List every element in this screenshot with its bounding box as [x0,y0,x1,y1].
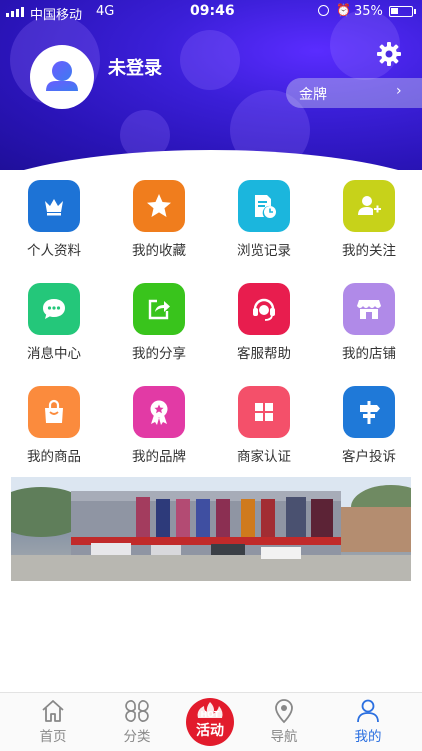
menu-tile [238,386,290,438]
battery-level [391,8,398,14]
status-bar: 中国移动 4G 09:46 ⏰ 35% [0,0,422,24]
menu-tile [238,283,290,335]
tab-label: 导航 [270,729,298,745]
menu-item-messages[interactable]: 消息中心 [14,283,94,362]
menu-tile [238,180,290,232]
menu-tile [133,283,185,335]
menu-item-history[interactable]: 浏览记录 [224,180,304,259]
menu-item-label: 客服帮助 [237,346,291,362]
tab-activity[interactable]: HOT 活动 [186,698,234,746]
menu-item-brand[interactable]: 我的品牌 [119,386,199,465]
add-user-icon [358,196,381,215]
header-curve [0,150,422,170]
menu-item-support[interactable]: 客服帮助 [224,283,304,362]
tab-home[interactable]: 首页 [23,698,83,745]
menu-item-label: 我的分享 [132,346,186,362]
menu-item-store[interactable]: 我的店铺 [329,283,409,362]
menu-item-label: 我的品牌 [132,449,186,465]
shopping-bag-icon [45,399,63,423]
hot-badge: HOT [200,710,220,719]
store-icon [357,300,381,319]
signpost-icon [360,401,380,424]
member-level-button[interactable]: 金牌 › [286,78,422,108]
menu-tile [133,386,185,438]
battery-percent: 35% [354,4,383,19]
menu-item-label: 我的商品 [27,449,81,465]
menu-item-complaint[interactable]: 客户投诉 [329,386,409,465]
chat-bubble-icon [43,299,65,319]
header-decoration [180,30,240,90]
avatar[interactable] [30,45,94,109]
menu-tile [133,180,185,232]
menu-item-label: 浏览记录 [237,243,291,259]
alarm-icon: ⏰ [336,3,351,17]
menu-tile [343,386,395,438]
chevron-right-icon: › [396,83,402,99]
menu-item-label: 我的店铺 [342,346,396,362]
menu-item-share[interactable]: 我的分享 [119,283,199,362]
menu-item-certification[interactable]: 商家认证 [224,386,304,465]
menu-item-label: 消息中心 [27,346,81,362]
tab-label: 我的 [354,729,382,745]
crown-icon [45,199,63,216]
clock: 09:46 [190,3,235,19]
menu-tile [343,283,395,335]
tab-label: 首页 [39,729,67,745]
tab-category[interactable]: 分类 [107,698,167,745]
star-icon [147,194,171,217]
menu-tile [343,180,395,232]
category-icon [125,700,149,722]
menu-item-products[interactable]: 我的商品 [14,386,94,465]
menu-item-profile[interactable]: 个人资料 [14,180,94,259]
signal-icon [6,7,24,17]
grid-apps-icon [255,403,273,421]
member-level-label: 金牌 [299,87,327,103]
menu-item-favorites[interactable]: 我的收藏 [119,180,199,259]
location-pin-icon [275,699,293,724]
menu-item-label: 我的收藏 [132,243,186,259]
award-ribbon-icon [150,400,168,425]
tab-label: 分类 [123,729,151,745]
carrier-name: 中国移动 [30,8,83,23]
user-avatar-icon [46,61,78,91]
menu-tile [28,180,80,232]
orientation-lock-icon [318,5,329,16]
user-icon [357,699,379,723]
share-icon [148,299,170,320]
promo-banner[interactable] [11,477,411,581]
tab-mine[interactable]: 我的 [338,698,398,745]
username[interactable]: 未登录 [108,54,162,80]
menu-item-label: 客户投诉 [342,449,396,465]
tab-navigation[interactable]: 导航 [254,698,314,745]
tab-label: 活动 [196,723,224,739]
menu-item-following[interactable]: 我的关注 [329,180,409,259]
history-doc-icon [255,195,276,218]
network-type: 4G [96,4,115,19]
menu-tile [28,283,80,335]
gear-icon[interactable] [376,41,402,67]
menu-item-label: 商家认证 [237,449,291,465]
menu-item-label: 个人资料 [27,243,81,259]
headset-icon [253,298,275,321]
menu-item-label: 我的关注 [342,243,396,259]
battery-icon [389,6,416,17]
home-icon [42,700,64,722]
banner-image [11,477,411,581]
menu-tile [28,386,80,438]
profile-header: 中国移动 4G 09:46 ⏰ 35% 未登录 金牌 › [0,0,422,170]
